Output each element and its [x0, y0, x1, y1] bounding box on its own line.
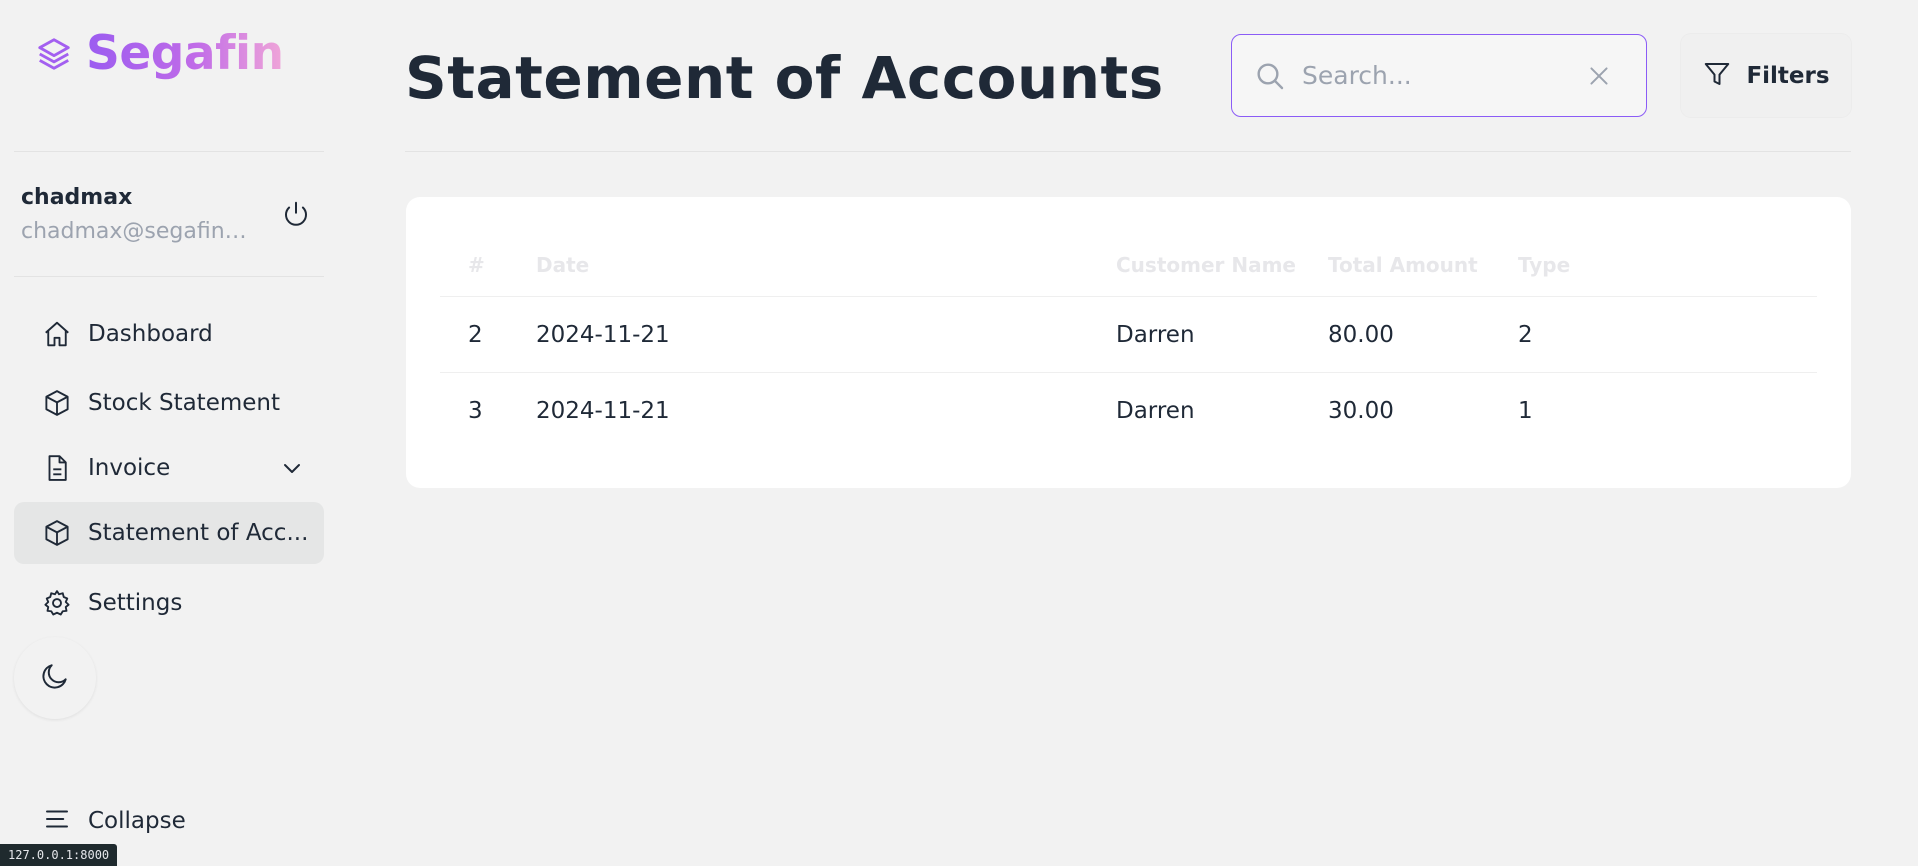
sidebar-item-label: Stock Statement	[88, 390, 280, 416]
column-header-total-amount[interactable]: Total Amount	[1328, 233, 1478, 296]
collapse-label: Collapse	[88, 808, 186, 834]
sidebar-item-label: Invoice	[88, 455, 171, 481]
table-header: # Date Customer Name Total Amount Type	[440, 233, 1817, 297]
menu-icon	[42, 804, 72, 838]
file-icon	[41, 452, 73, 484]
theme-toggle-button[interactable]	[14, 637, 96, 719]
brand[interactable]: Segafin	[34, 26, 284, 82]
status-bar-url: 127.0.0.1:8000	[0, 844, 118, 866]
cell-customer-name: Darren	[1116, 398, 1195, 424]
filters-button[interactable]: Filters	[1681, 34, 1851, 117]
cell-number: 2	[468, 321, 483, 348]
moon-icon	[39, 660, 71, 696]
user-email: chadmax@segafin....	[21, 219, 247, 244]
brand-name: Segafin	[86, 26, 284, 81]
user-name: chadmax	[21, 185, 133, 210]
cell-number: 3	[468, 398, 483, 424]
sidebar-item-label: Dashboard	[88, 321, 213, 347]
sidebar-item-settings[interactable]: Settings	[14, 572, 324, 634]
sidebar-item-label: Settings	[88, 590, 183, 616]
statement-table: # Date Customer Name Total Amount Type 2…	[440, 233, 1817, 449]
cell-type: 2	[1518, 321, 1533, 348]
user-info: chadmax chadmax@segafin....	[21, 180, 321, 248]
chevron-down-icon[interactable]	[278, 454, 306, 482]
cell-customer-name: Darren	[1116, 321, 1195, 348]
search-box	[1231, 34, 1647, 117]
sidebar-item-stock-statement[interactable]: Stock Statement	[14, 372, 324, 434]
column-header-type[interactable]: Type	[1518, 233, 1570, 296]
box-icon	[41, 387, 73, 419]
table-row[interactable]: 3 2024-11-21 Darren 30.00 1	[440, 373, 1817, 449]
close-icon[interactable]	[1582, 59, 1616, 93]
box-icon	[41, 517, 73, 549]
header-divider	[405, 151, 1851, 152]
app: Segafin chadmax chadmax@segafin.... Dash…	[0, 0, 1918, 866]
filter-icon	[1702, 59, 1732, 93]
power-icon[interactable]	[279, 197, 313, 231]
cell-type: 1	[1518, 398, 1533, 424]
sidebar: Segafin chadmax chadmax@segafin.... Dash…	[0, 0, 340, 866]
search-input[interactable]	[1302, 61, 1582, 90]
sidebar-item-label: Statement of Acc...	[88, 520, 309, 546]
column-header-customer-name[interactable]: Customer Name	[1116, 233, 1296, 296]
sidebar-divider	[14, 276, 324, 277]
column-header-date[interactable]: Date	[536, 233, 589, 296]
sidebar-divider	[14, 151, 324, 152]
table-row[interactable]: 2 2024-11-21 Darren 80.00 2	[440, 297, 1817, 373]
gear-icon	[41, 587, 73, 619]
cell-total-amount: 80.00	[1328, 321, 1394, 348]
column-header-number[interactable]: #	[468, 233, 485, 296]
cell-date: 2024-11-21	[536, 398, 670, 424]
statement-table-card: # Date Customer Name Total Amount Type 2…	[406, 197, 1851, 488]
page-title: Statement of Accounts	[405, 44, 1164, 112]
filters-label: Filters	[1746, 62, 1830, 89]
sidebar-item-dashboard[interactable]: Dashboard	[14, 303, 324, 365]
search-icon	[1252, 58, 1288, 94]
home-icon	[41, 318, 73, 350]
cell-date: 2024-11-21	[536, 321, 670, 348]
cell-total-amount: 30.00	[1328, 398, 1394, 424]
sidebar-item-statement-of-accounts[interactable]: Statement of Acc...	[14, 502, 324, 564]
layers-icon	[34, 34, 74, 74]
sidebar-item-invoice[interactable]: Invoice	[14, 437, 324, 499]
collapse-button[interactable]: Collapse	[42, 804, 186, 838]
